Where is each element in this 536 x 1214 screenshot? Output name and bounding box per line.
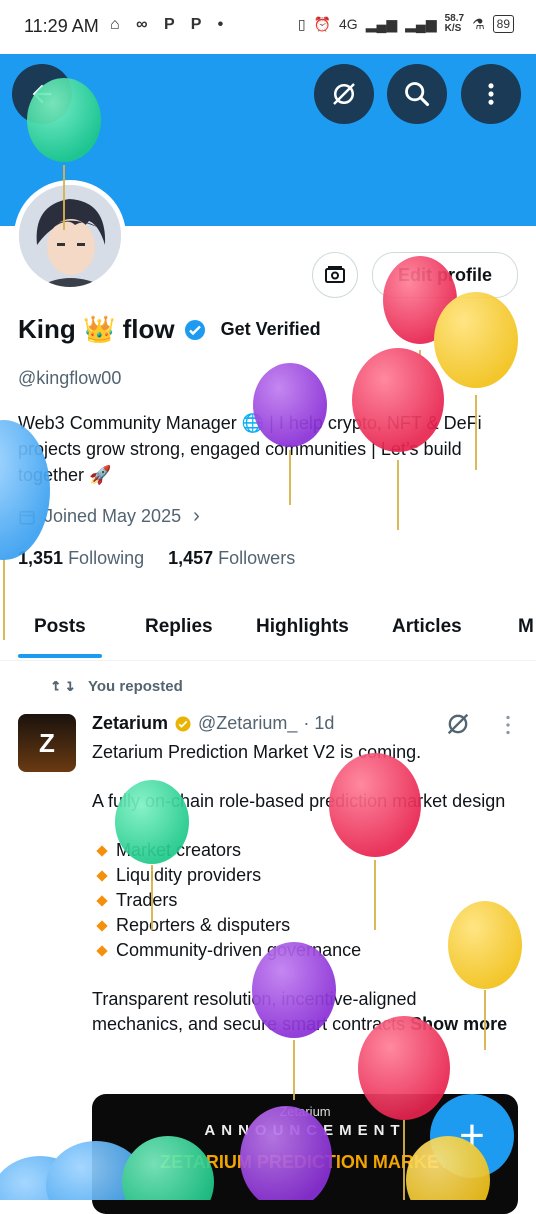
more-vertical-icon bbox=[506, 715, 510, 735]
verified-badge-icon bbox=[184, 319, 205, 340]
post-bullet-list: Market creators Liquidity providers Trad… bbox=[92, 838, 512, 963]
avatar[interactable] bbox=[14, 180, 126, 292]
repost-icon bbox=[52, 680, 74, 692]
repost-indicator: You reposted bbox=[52, 676, 183, 696]
status-bar: 11:29 AM ⌂ ∞ P P • ▯ ⏰ 4G ▂▄▆ ▂▄▆ 58.7 K… bbox=[0, 0, 536, 54]
diamond-icon bbox=[96, 844, 108, 857]
post-line: A fully on-chain role-based prediction m… bbox=[92, 791, 506, 811]
flask-icon: ⚗ bbox=[472, 15, 485, 32]
diamond-icon bbox=[96, 869, 108, 882]
post-line: Zetarium Prediction Market V2 is coming. bbox=[92, 742, 422, 762]
following-link[interactable]: 1,351 Following bbox=[18, 548, 144, 569]
edit-profile-button[interactable]: Edit profile bbox=[372, 252, 518, 298]
list-item: Community-driven governance bbox=[92, 938, 512, 963]
show-more-link[interactable]: Show more bbox=[410, 1014, 507, 1034]
diamond-icon bbox=[96, 894, 108, 907]
chevron-right-icon: › bbox=[193, 505, 200, 527]
money-icon bbox=[325, 266, 345, 283]
grok-icon bbox=[333, 83, 355, 105]
followers-link[interactable]: 1,457 Followers bbox=[168, 548, 295, 569]
list-item: Reporters & disputers bbox=[92, 913, 512, 938]
search-icon bbox=[405, 82, 430, 107]
tab-articles[interactable]: Articles bbox=[392, 616, 462, 638]
subscriptions-button[interactable] bbox=[312, 252, 358, 298]
list-item: Market creators bbox=[92, 838, 512, 863]
profile-name: King 👑 flow bbox=[18, 314, 175, 344]
post-time: · 1d bbox=[303, 713, 335, 733]
post-author-avatar[interactable]: Z bbox=[18, 714, 76, 772]
post-author-handle: @Zetarium_ bbox=[198, 713, 298, 733]
network-type: 4G bbox=[339, 16, 358, 32]
net-speed-unit: K/S bbox=[444, 23, 462, 34]
status-time: 11:29 AM bbox=[24, 16, 99, 36]
post-more-button[interactable] bbox=[498, 712, 518, 743]
tab-highlights[interactable]: Highlights bbox=[256, 616, 349, 638]
back-button[interactable] bbox=[12, 64, 72, 124]
post-author-name[interactable]: Zetarium bbox=[92, 713, 168, 734]
grok-button[interactable] bbox=[314, 64, 374, 124]
tab-more[interactable]: M bbox=[518, 616, 534, 638]
status-right: ▯ ⏰ 4G ▂▄▆ ▂▄▆ 58.7 K/S ⚗ 89 bbox=[298, 14, 514, 34]
joined-date: Joined May 2025 bbox=[44, 506, 182, 526]
repost-label: You reposted bbox=[88, 677, 183, 695]
notification-icons: ⌂ ∞ P P • bbox=[110, 16, 230, 33]
post-line: Transparent resolution, incentive-aligne… bbox=[92, 989, 508, 1034]
battery-indicator: 89 bbox=[492, 15, 514, 33]
balloon-yellow bbox=[434, 292, 518, 388]
diamond-icon bbox=[96, 919, 108, 932]
search-button[interactable] bbox=[387, 64, 447, 124]
profile-name-row: King 👑 flow Get Verified bbox=[18, 314, 321, 345]
tab-posts[interactable]: Posts bbox=[34, 616, 86, 638]
tab-replies[interactable]: Replies bbox=[145, 616, 213, 638]
alarm-icon: ⏰ bbox=[313, 15, 332, 32]
active-tab-indicator bbox=[18, 654, 102, 658]
gold-verified-icon bbox=[175, 716, 191, 731]
profile-handle: @kingflow00 bbox=[18, 368, 122, 388]
avatar-image bbox=[19, 185, 121, 287]
more-vertical-icon bbox=[488, 83, 494, 105]
profile-bio: Web3 Community Manager 🌐 | I help crypto… bbox=[18, 413, 482, 485]
post-grok-button[interactable] bbox=[444, 710, 472, 743]
grok-icon bbox=[447, 713, 469, 735]
compose-button[interactable]: + bbox=[430, 1094, 514, 1178]
get-verified-link[interactable]: Get Verified bbox=[221, 319, 321, 340]
list-item: Traders bbox=[92, 888, 512, 913]
signal-icon: ▂▄▆ bbox=[365, 15, 398, 32]
list-item: Liquidity providers bbox=[92, 863, 512, 888]
diamond-icon bbox=[96, 944, 108, 957]
calendar-icon bbox=[19, 510, 35, 524]
vibrate-icon: ▯ bbox=[297, 15, 306, 32]
post-header: Zetarium @Zetarium_ · 1d bbox=[92, 713, 334, 734]
more-options-button[interactable] bbox=[461, 64, 521, 124]
balloon-blue bbox=[0, 1156, 90, 1200]
follow-stats: 1,351 Following 1,457 Followers bbox=[18, 548, 295, 569]
profile-tabs: Posts Replies Highlights Articles M bbox=[0, 600, 536, 661]
joined-row[interactable]: Joined May 2025 › bbox=[18, 505, 200, 528]
signal-icon-2: ▂▄▆ bbox=[405, 15, 437, 32]
arrow-left-icon bbox=[32, 84, 52, 104]
post-text: Zetarium Prediction Market V2 is coming.… bbox=[92, 740, 512, 1061]
